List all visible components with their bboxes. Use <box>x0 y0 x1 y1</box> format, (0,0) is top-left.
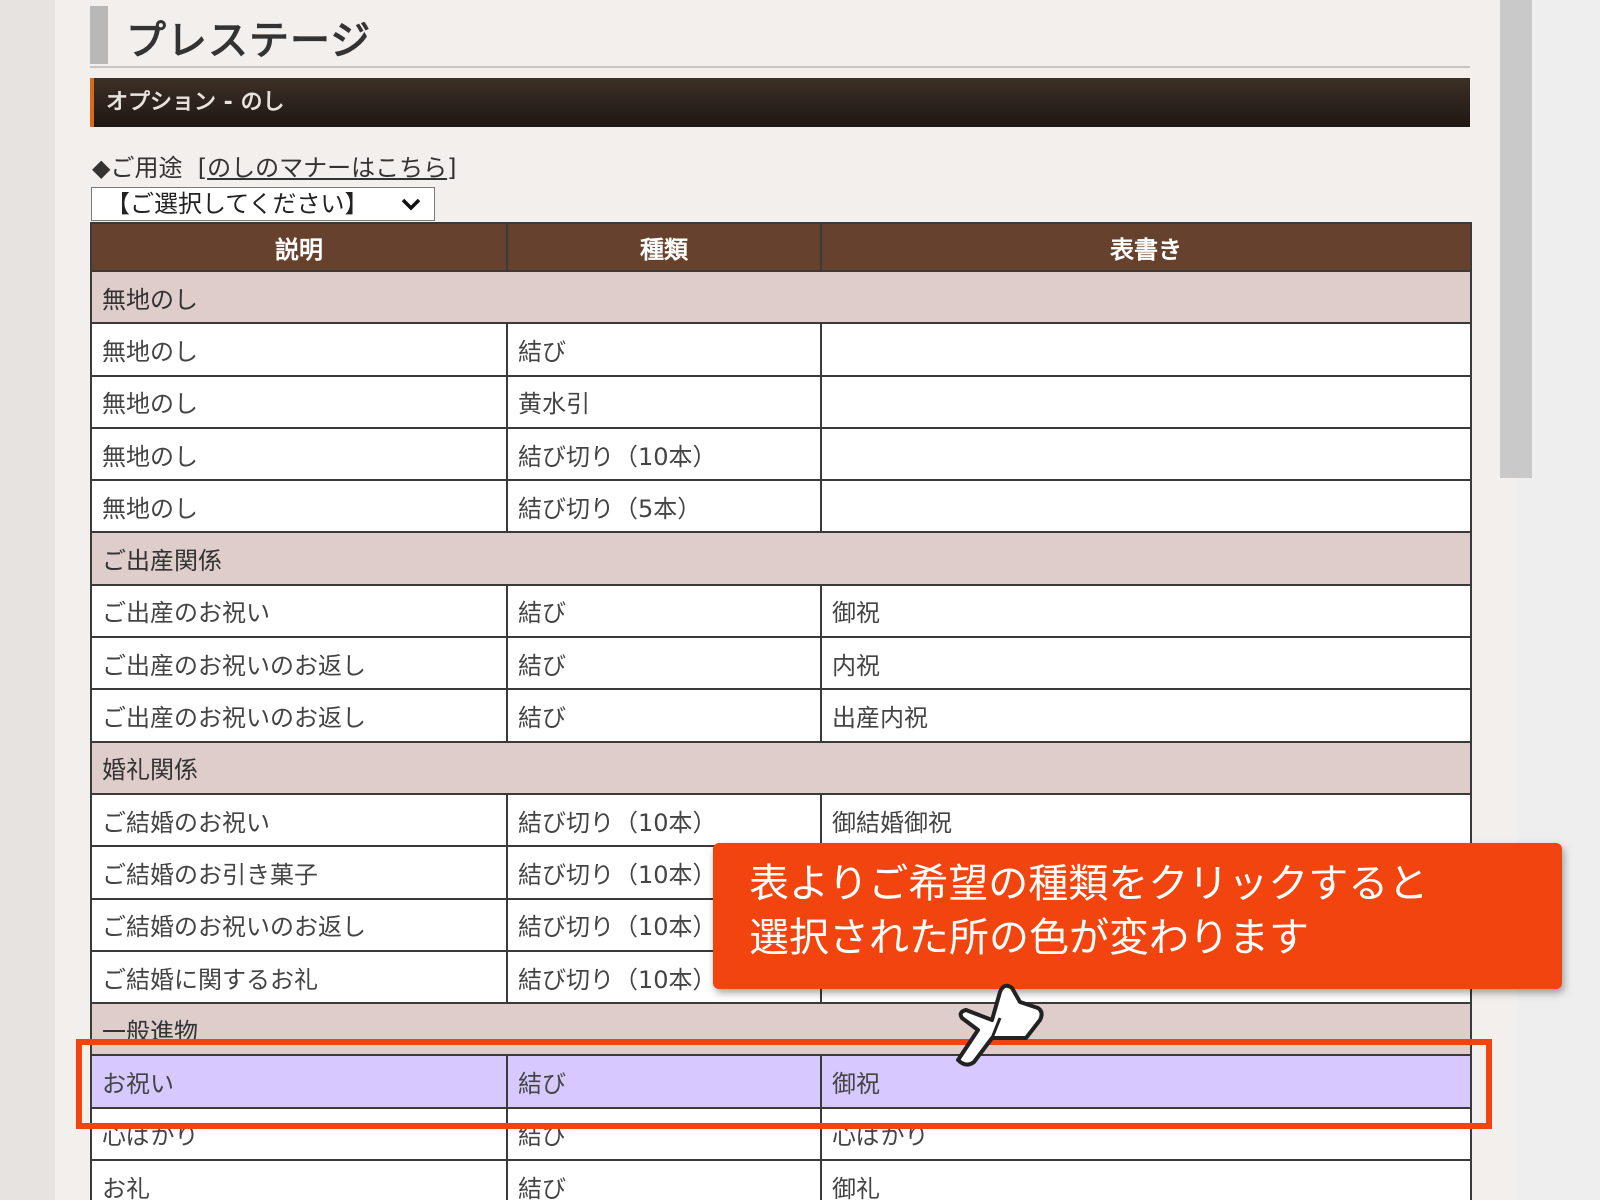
title-area: プレステージ <box>90 6 1470 68</box>
table-group-row: 無地のし <box>90 269 1472 325</box>
hand-pointer-icon <box>948 968 1044 1068</box>
cell-type[interactable]: 結び <box>506 688 822 743</box>
header-inscription: 表書き <box>820 222 1472 272</box>
cell-type[interactable]: 結び <box>506 1159 822 1200</box>
callout-line-2: 選択された所の色が変わります <box>749 915 1309 961</box>
usage-select[interactable]: 【ご選択してください】 <box>91 187 435 221</box>
cell-description[interactable]: 無地のし <box>90 426 508 482</box>
table-row[interactable]: 無地のし 黄水引 <box>90 374 1472 429</box>
cell-type[interactable]: 結び切り（10本） <box>506 426 822 482</box>
cell-inscription[interactable]: 出産内祝 <box>820 688 1472 743</box>
cell-description[interactable]: ご結婚のお祝い <box>90 792 508 848</box>
table-row[interactable]: ご結婚のお祝い 結び切り（10本） 御結婚御祝 <box>90 792 1472 848</box>
table-row[interactable]: 無地のし 結び切り（5本） <box>90 479 1472 534</box>
table-row[interactable]: ご出産のお祝い 結び 御祝 <box>90 583 1472 639</box>
table-row[interactable]: ご出産のお祝いのお返し 結び 内祝 <box>90 636 1472 691</box>
scrollbar-thumb[interactable] <box>1500 0 1532 478</box>
cell-type[interactable]: 結び <box>506 583 822 639</box>
cell-description[interactable]: ご結婚に関するお礼 <box>90 949 508 1005</box>
cell-description[interactable]: 無地のし <box>90 479 508 534</box>
cell-type[interactable]: 黄水引 <box>506 374 822 429</box>
cell-inscription[interactable] <box>820 479 1472 534</box>
cell-description[interactable]: ご出産のお祝いのお返し <box>90 636 508 691</box>
group-label: ご出産関係 <box>90 531 1472 586</box>
cell-description[interactable]: ご出産のお祝い <box>90 583 508 639</box>
section-header: オプション - のし <box>90 78 1470 127</box>
cell-description[interactable]: ご結婚のお引き菓子 <box>90 845 508 900</box>
cell-type[interactable]: 結び <box>506 322 822 377</box>
table-group-row: ご出産関係 <box>90 531 1472 586</box>
usage-select-value: 【ご選択してください】 <box>106 190 369 218</box>
header-type: 種類 <box>506 222 822 272</box>
manner-link-close: ] <box>447 154 457 182</box>
group-label: 婚礼関係 <box>90 740 1472 795</box>
usage-label: ◆ご用途 <box>92 154 183 182</box>
table-row[interactable]: 無地のし 結び <box>90 322 1472 377</box>
cell-inscription[interactable]: 御礼 <box>820 1159 1472 1200</box>
cell-description[interactable]: お礼 <box>90 1159 508 1200</box>
manner-link[interactable]: のしのマナーはこちら <box>207 154 447 182</box>
selection-highlight-box <box>76 1039 1492 1129</box>
table-row[interactable]: 無地のし 結び切り（10本） <box>90 426 1472 482</box>
callout-line-1: 表よりご希望の種類をクリックすると <box>749 861 1429 907</box>
cell-type[interactable]: 結び切り（5本） <box>506 479 822 534</box>
cell-inscription[interactable] <box>820 426 1472 482</box>
cell-inscription[interactable]: 内祝 <box>820 636 1472 691</box>
cell-description[interactable]: 無地のし <box>90 374 508 429</box>
table-row[interactable]: ご出産のお祝いのお返し 結び 出産内祝 <box>90 688 1472 743</box>
header-description: 説明 <box>90 222 508 272</box>
table-row[interactable]: お礼 結び 御礼 <box>90 1159 1472 1200</box>
page-title: プレステージ <box>126 18 372 64</box>
cell-description[interactable]: ご出産のお祝いのお返し <box>90 688 508 743</box>
table-group-row: 婚礼関係 <box>90 740 1472 795</box>
cell-inscription[interactable]: 御祝 <box>820 583 1472 639</box>
cell-inscription[interactable] <box>820 322 1472 377</box>
usage-line: ◆ご用途 [のしのマナーはこちら] <box>92 148 456 183</box>
title-marker <box>90 6 108 64</box>
cell-description[interactable]: ご結婚のお祝いのお返し <box>90 897 508 952</box>
instruction-callout: 表よりご希望の種類をクリックすると 選択された所の色が変わります <box>713 843 1562 989</box>
manner-link-open: [ <box>197 154 208 182</box>
cell-type[interactable]: 結び <box>506 636 822 691</box>
cell-inscription[interactable]: 御結婚御祝 <box>820 792 1472 848</box>
cell-inscription[interactable] <box>820 374 1472 429</box>
cell-type[interactable]: 結び切り（10本） <box>506 792 822 848</box>
group-label: 無地のし <box>90 269 1472 325</box>
table-header-row: 説明 種類 表書き <box>90 222 1472 272</box>
cell-description[interactable]: 無地のし <box>90 322 508 377</box>
